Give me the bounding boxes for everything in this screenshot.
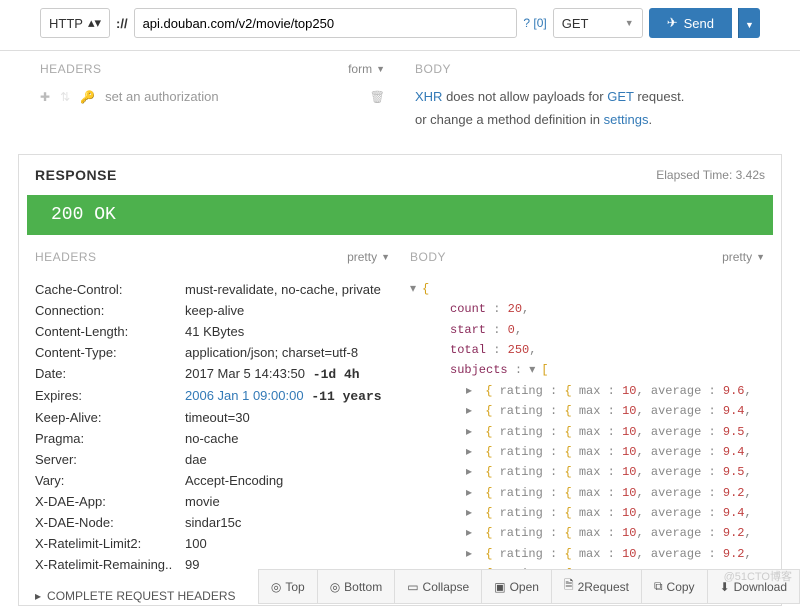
request-body-title: BODY	[415, 62, 451, 76]
open-button[interactable]: ▣Open	[482, 570, 552, 603]
method-select[interactable]: GET ▼	[553, 8, 643, 38]
open-icon: ▣	[494, 580, 505, 594]
request-headers-title: HEADERS	[40, 62, 102, 76]
down-icon: ◎	[330, 580, 340, 594]
request-body-note: XHR does not allow payloads for GET requ…	[415, 85, 760, 132]
caret-icon: ▴▾	[88, 15, 101, 31]
send-dropdown[interactable]: ▼	[738, 8, 760, 38]
auth-text[interactable]: set an authorization	[105, 89, 360, 104]
request-icon: 🗎	[564, 576, 574, 597]
send-button[interactable]: ✈ Send	[649, 8, 732, 38]
header-row: X-Ratelimit-Limit2:100	[35, 533, 390, 554]
top-button[interactable]: ◎Top	[259, 570, 318, 603]
method-value: GET	[562, 16, 589, 31]
copy-button[interactable]: ⧉Copy	[642, 570, 708, 603]
key-icon: 🔑	[80, 90, 95, 104]
bottom-button[interactable]: ◎Bottom	[318, 570, 396, 603]
collapse-icon: ▭	[407, 580, 418, 594]
response-headers-title: HEADERS	[35, 250, 97, 264]
response-toolbar: ◎Top ◎Bottom ▭Collapse ▣Open 🗎2Request ⧉…	[258, 569, 800, 604]
caret-icon: ▼	[745, 20, 754, 30]
status-bar: 200 OK	[27, 195, 773, 235]
header-row: Vary:Accept-Encoding	[35, 470, 390, 491]
copy-icon: ⧉	[654, 579, 663, 594]
url-help-link[interactable]: ? [0]	[523, 16, 546, 30]
header-row: X-DAE-Node:sindar15c	[35, 512, 390, 533]
header-row: Server:dae	[35, 449, 390, 470]
to-request-button[interactable]: 🗎2Request	[552, 570, 642, 603]
plus-icon[interactable]: ✚	[40, 90, 50, 104]
sort-icon[interactable]: ⇅	[60, 90, 70, 104]
up-icon: ◎	[271, 580, 281, 594]
header-row: X-DAE-App:movie	[35, 491, 390, 512]
response-body-title: BODY	[410, 250, 446, 264]
caret-right-icon: ▸	[35, 589, 41, 603]
json-tree[interactable]: ▾{count : 20,start : 0,total : 250,subje…	[410, 279, 765, 605]
elapsed-time: Elapsed Time: 3.42s	[656, 168, 765, 182]
header-row: Content-Length:41 KBytes	[35, 321, 390, 342]
header-row: Connection:keep-alive	[35, 300, 390, 321]
url-input[interactable]	[134, 8, 518, 38]
caret-icon: ▼	[376, 64, 385, 74]
caret-icon: ▼	[625, 18, 634, 28]
header-row: Cache-Control:must-revalidate, no-cache,…	[35, 279, 390, 300]
headers-mode-toggle[interactable]: form ▼	[348, 62, 385, 76]
header-row: Keep-Alive:timeout=30	[35, 407, 390, 428]
caret-icon: ▼	[381, 252, 390, 262]
collapse-button[interactable]: ▭Collapse	[395, 570, 482, 603]
header-row: Pragma:no-cache	[35, 428, 390, 449]
response-body-mode[interactable]: pretty ▼	[722, 250, 765, 264]
trash-icon[interactable]: 🗑	[370, 90, 385, 104]
protocol-value: HTTP	[49, 16, 83, 31]
caret-icon: ▼	[756, 252, 765, 262]
response-title: RESPONSE	[35, 167, 117, 183]
send-icon: ✈	[667, 15, 678, 31]
watermark: @51CTO博客	[724, 568, 792, 584]
response-panel: RESPONSE Elapsed Time: 3.42s 200 OK HEAD…	[18, 154, 782, 606]
header-row: Expires:2006 Jan 1 09:00:00 -11 years	[35, 385, 390, 407]
response-headers-mode[interactable]: pretty ▼	[347, 250, 390, 264]
protocol-select[interactable]: HTTP ▴▾	[40, 8, 110, 38]
send-label: Send	[684, 16, 714, 31]
header-row: Content-Type:application/json; charset=u…	[35, 342, 390, 363]
header-row: Date:2017 Mar 5 14:43:50 -1d 4h	[35, 363, 390, 385]
scheme-separator: ://	[116, 16, 128, 31]
